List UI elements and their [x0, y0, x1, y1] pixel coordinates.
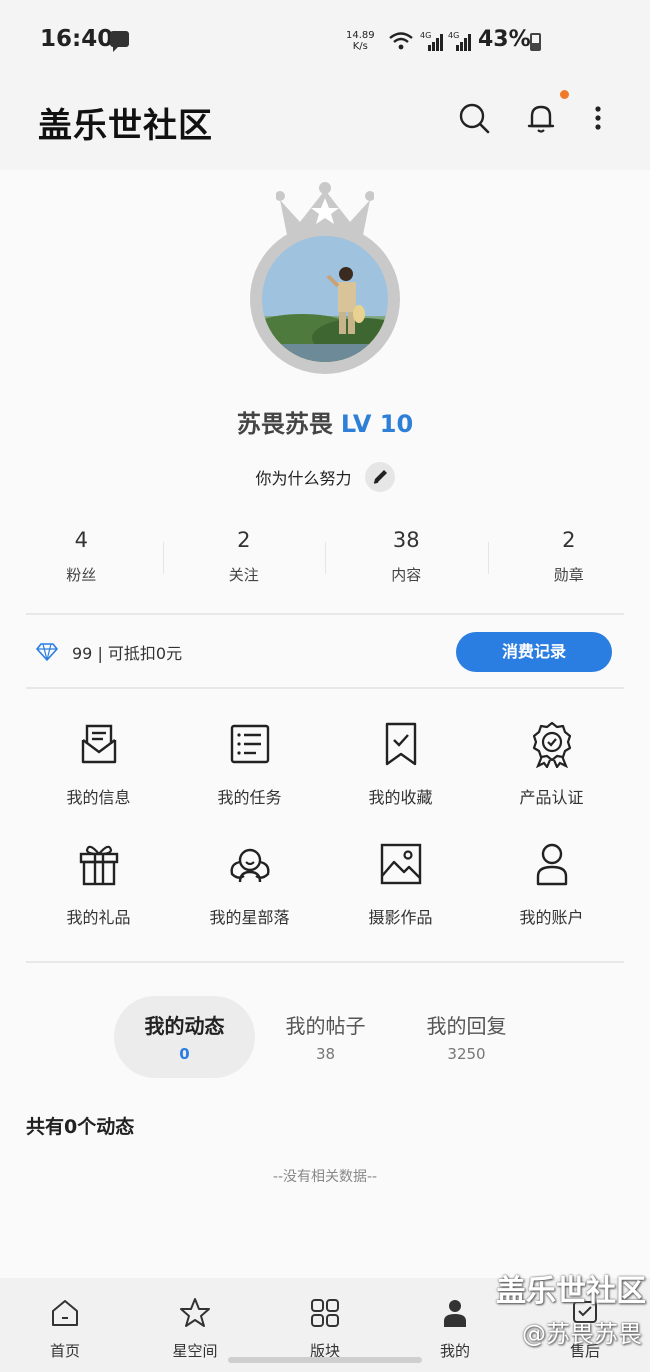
grid-item-my-account[interactable]: 我的账户: [476, 836, 627, 950]
signal-icon-1: 4G: [420, 31, 443, 51]
divider: [26, 613, 624, 615]
svg-text:4G: 4G: [420, 31, 431, 40]
tab-my-activity[interactable]: 我的动态 0: [114, 996, 255, 1078]
username: 苏畏苏畏: [236, 410, 333, 438]
mail-icon: [81, 724, 116, 764]
stat-medals[interactable]: 2 勋章: [487, 528, 650, 598]
app-header: 盖乐世社区: [0, 82, 650, 170]
search-icon[interactable]: [456, 100, 492, 136]
stat-value: 2: [562, 528, 576, 552]
points-text: 99 | 可抵扣0元: [72, 644, 183, 663]
stats-row: 4 粉丝 2 关注 38 内容 2 勋章: [0, 528, 650, 598]
edit-bio-button[interactable]: [364, 462, 395, 492]
grid-item-my-tasks[interactable]: 我的任务: [174, 716, 325, 830]
stat-label: 粉丝: [66, 566, 97, 584]
star-icon: [180, 1298, 210, 1327]
tab-my-posts[interactable]: 我的帖子 38: [255, 996, 396, 1078]
grid-item-label: 摄影作品: [368, 908, 433, 927]
battery-icon: [530, 33, 541, 51]
grid-item-label: 我的账户: [519, 908, 584, 927]
stat-content[interactable]: 38 内容: [325, 528, 488, 598]
grid-item-product-cert[interactable]: 产品认证: [476, 716, 627, 830]
app-title: 盖乐世社区: [38, 106, 213, 146]
points-row: 99 | 可抵扣0元: [36, 632, 182, 672]
watermark-user: @苏畏苏畏: [522, 1320, 642, 1348]
status-bar: 16:40 14.89 K/s 4G 4G 43%: [0, 0, 650, 82]
home-indicator[interactable]: [228, 1357, 422, 1363]
image-icon: [380, 843, 421, 885]
message-notification-icon: [110, 31, 129, 52]
watermark: 盖乐世社区: [496, 1274, 646, 1309]
notification-dot: [560, 90, 569, 99]
task-list-icon: [230, 724, 269, 764]
diamond-icon: [36, 643, 58, 661]
signal-icon-2: 4G: [448, 31, 471, 51]
stat-fans[interactable]: 4 粉丝: [0, 528, 163, 598]
bio-text: 你为什么努力: [255, 469, 352, 488]
grid-item-photography[interactable]: 摄影作品: [325, 836, 476, 950]
stat-label: 勋章: [553, 566, 584, 584]
tab-count: 0: [179, 1045, 190, 1063]
svg-text:4G: 4G: [448, 31, 459, 40]
bell-icon[interactable]: [523, 100, 559, 136]
wifi-icon: [389, 32, 413, 50]
grid-item-my-favorites[interactable]: 我的收藏: [325, 716, 476, 830]
divider: [26, 961, 624, 963]
network-speed-unit: K/s: [352, 41, 368, 52]
grid-item-star-tribe[interactable]: 我的星部落: [174, 836, 325, 950]
gift-icon: [79, 845, 118, 886]
network-speed: 14.89 K/s: [346, 30, 375, 52]
pencil-icon: [373, 470, 387, 484]
grid-item-label: 产品认证: [519, 788, 584, 807]
tab-label: 我的回复: [426, 1014, 507, 1038]
empty-state-text: --没有相关数据--: [272, 1169, 378, 1185]
status-time: 16:40: [40, 26, 114, 52]
bookmark-icon: [385, 722, 416, 766]
avatar[interactable]: [240, 182, 410, 374]
feature-grid: 我的信息 我的任务 我的收藏 产品认证 我的礼品 我的星部落 摄影作品 我的账户: [23, 716, 627, 950]
stat-value: 4: [74, 528, 88, 552]
grid-icon: [311, 1299, 339, 1327]
tab-count: 3250: [447, 1045, 486, 1063]
group-icon: [229, 848, 270, 883]
grid-item-label: 我的任务: [217, 788, 282, 807]
tab-label: 我的动态: [144, 1014, 225, 1038]
stat-value: 2: [237, 528, 251, 552]
divider: [26, 687, 624, 689]
nav-item-home[interactable]: 首页: [0, 1278, 130, 1372]
grid-item-label: 我的收藏: [368, 788, 433, 807]
grid-item-label: 我的星部落: [209, 908, 290, 927]
user-icon: [536, 843, 567, 886]
tab-count: 38: [315, 1045, 336, 1063]
stat-label: 关注: [228, 566, 259, 584]
stat-following[interactable]: 2 关注: [162, 528, 326, 598]
battery-percent: 43%: [478, 27, 531, 52]
certificate-badge-icon: [532, 721, 571, 770]
stat-value: 38: [392, 528, 420, 552]
bio-row: 你为什么努力: [0, 462, 650, 492]
activity-tabs: 我的动态 0 我的帖子 38 我的回复 3250: [114, 996, 537, 1078]
grid-item-label: 我的信息: [66, 788, 131, 807]
nav-label: 首页: [49, 1342, 80, 1360]
activity-count-title: 共有0个动态: [26, 1116, 135, 1138]
home-icon: [52, 1300, 78, 1326]
grid-item-label: 我的礼品: [66, 908, 131, 927]
username-row: 苏畏苏畏 LV 10: [0, 404, 650, 439]
level-badge: LV 10: [340, 410, 414, 438]
grid-item-my-gifts[interactable]: 我的礼品: [23, 836, 174, 950]
network-speed-value: 14.89: [346, 30, 375, 41]
avatar-photo: [262, 236, 388, 362]
more-vertical-icon[interactable]: [580, 100, 616, 136]
grid-item-my-info[interactable]: 我的信息: [23, 716, 174, 830]
stat-label: 内容: [391, 566, 422, 584]
consumption-record-button[interactable]: 消费记录: [456, 632, 612, 672]
tab-label: 我的帖子: [285, 1014, 366, 1038]
tab-my-replies[interactable]: 我的回复 3250: [396, 996, 537, 1078]
